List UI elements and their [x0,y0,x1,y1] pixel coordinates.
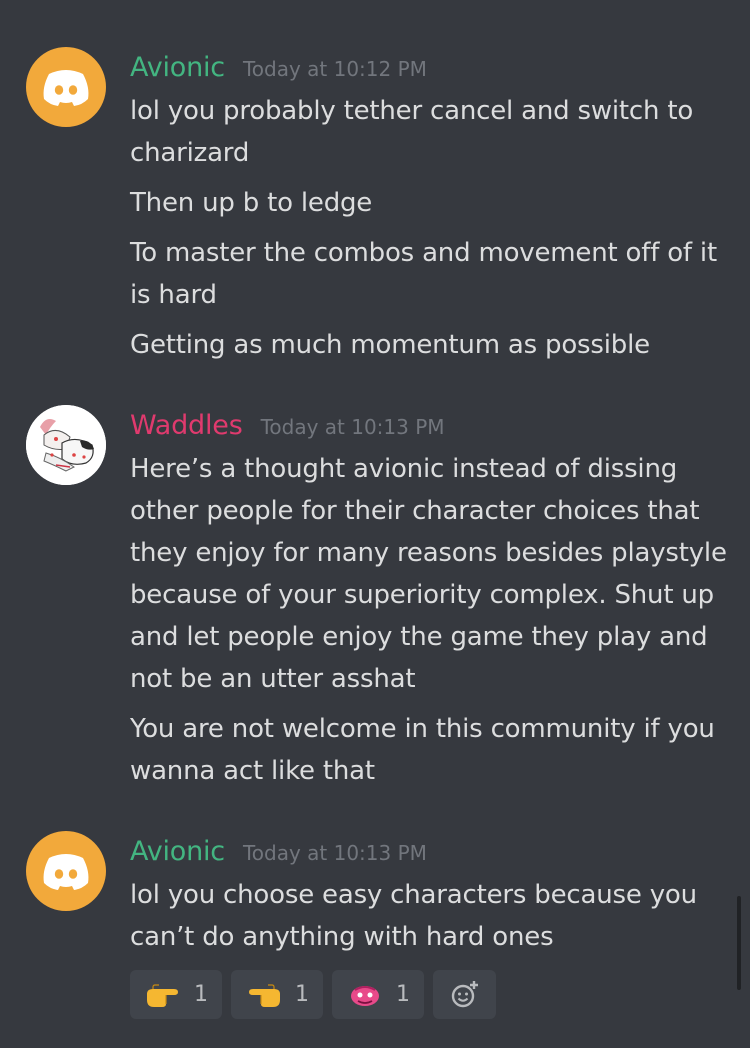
discord-logo-icon[interactable] [26,47,106,127]
username[interactable]: Avionic [130,52,225,83]
reaction-count: 1 [396,982,410,1007]
reaction-pointing-right[interactable]: 1 [130,970,222,1019]
message-text: Then up b to ledge [130,188,373,218]
timestamp: Today at 10:13 PM [242,841,427,865]
message-text: Getting as much momentum as possible [130,330,650,360]
scrollbar[interactable] [737,896,741,990]
reactions-bar: 1 1 1 [130,970,496,1019]
reaction-pointing-left[interactable]: 1 [231,970,323,1019]
username[interactable]: Waddles [130,410,243,441]
username[interactable]: Avionic [130,836,225,867]
message-text: To master the combos and movement off of… [130,238,717,310]
character-illustration-icon[interactable] [26,405,106,485]
message-text: You are not welcome in this community if… [130,714,715,786]
timestamp: Today at 10:12 PM [242,57,427,81]
custom-emoji-icon [351,985,379,1006]
add-reaction-button[interactable] [433,970,496,1019]
message-text: lol you choose easy characters because y… [130,880,697,952]
add-reaction-smiley-icon [451,980,478,1007]
timestamp: Today at 10:13 PM [260,415,445,439]
message-text: Here’s a thought avionic instead of diss… [130,454,727,694]
discord-logo-icon[interactable] [26,831,106,911]
reaction-count: 1 [295,982,309,1007]
reaction-count: 1 [194,982,208,1007]
reaction-custom-emoji[interactable]: 1 [332,970,424,1019]
message-header: Avionic Today at 10:12 PM [130,52,730,86]
message-header: Waddles Today at 10:13 PM [130,410,730,444]
message-header: Avionic Today at 10:13 PM [130,836,730,870]
pointing-right-hand-icon [147,983,178,1007]
pointing-left-hand-icon [249,983,280,1007]
message-text: lol you probably tether cancel and switc… [130,96,694,168]
